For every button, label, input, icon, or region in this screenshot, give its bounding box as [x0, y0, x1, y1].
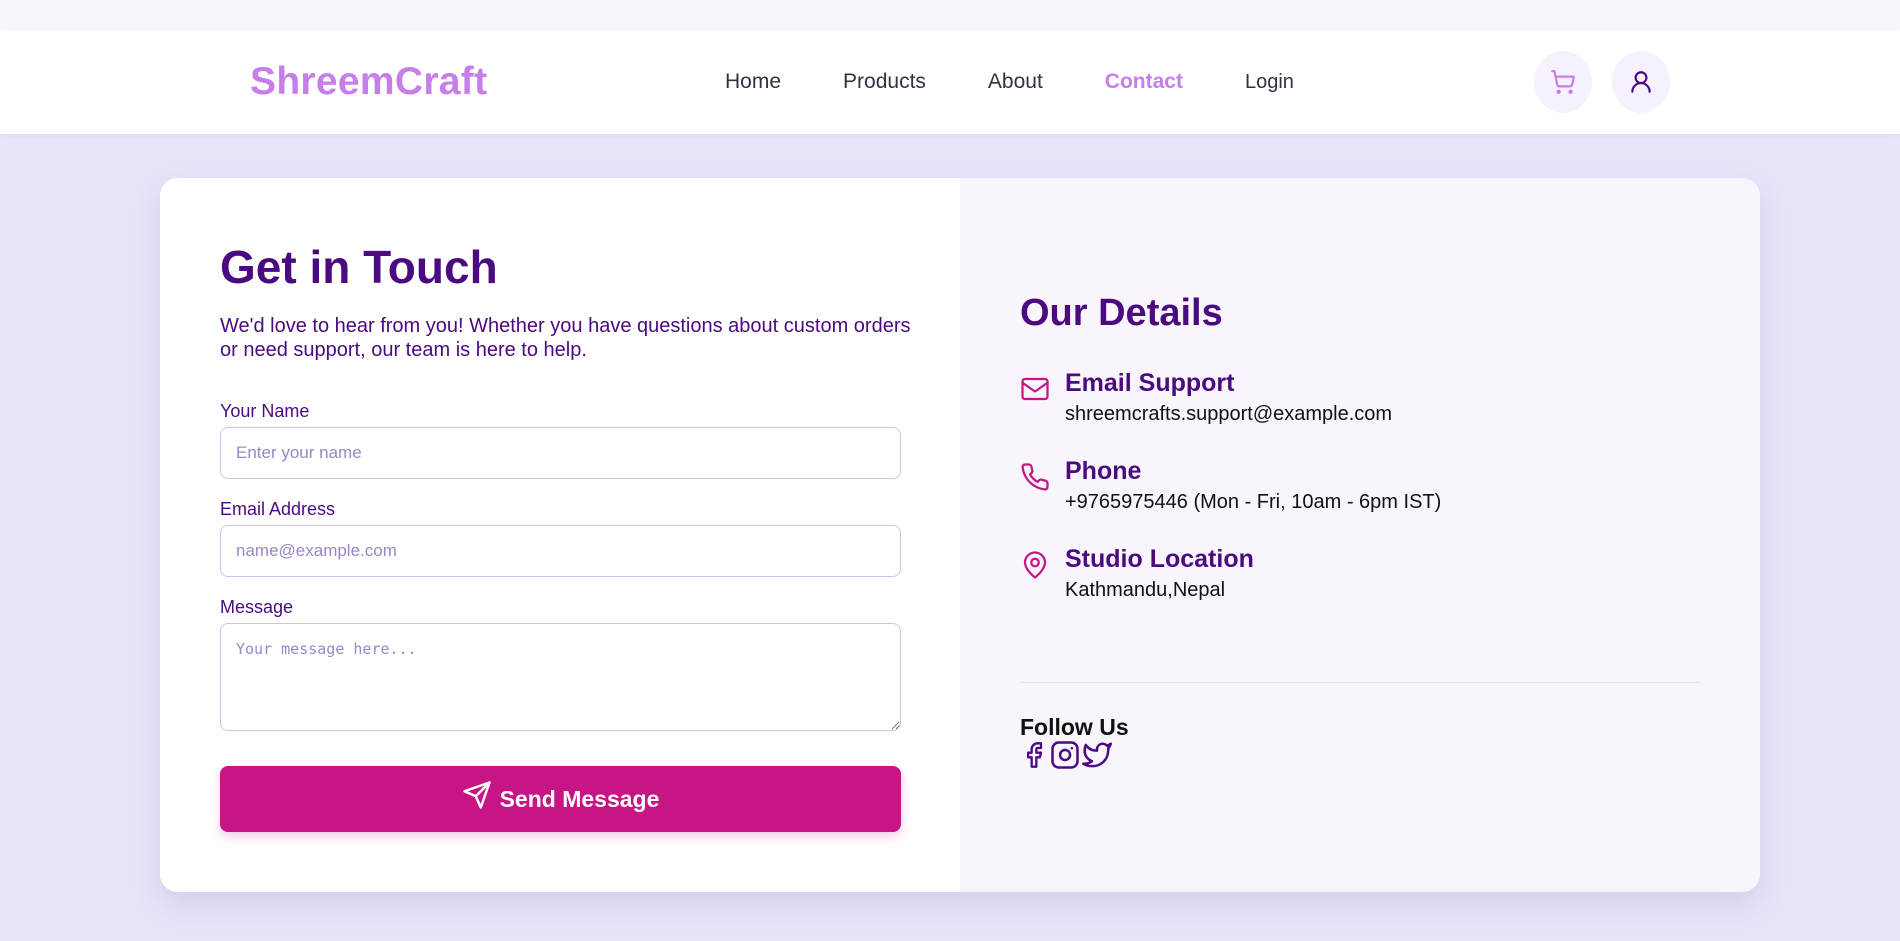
nav-link-contact[interactable]: Contact — [1105, 70, 1183, 94]
contact-form-panel: Get in Touch We'd love to hear from you!… — [160, 178, 960, 892]
send-icon — [462, 781, 491, 809]
send-message-button[interactable]: Send Message — [220, 766, 901, 832]
logo[interactable]: ShreemCraft — [250, 60, 487, 104]
follow-us-label: Follow Us — [1020, 714, 1129, 740]
user-icon — [1631, 71, 1651, 93]
nav-link-home[interactable]: Home — [725, 70, 781, 94]
email-label: Email Address — [220, 499, 336, 519]
name-label: Your Name — [220, 401, 310, 421]
facebook-icon — [1027, 742, 1043, 768]
name-input[interactable] — [220, 427, 901, 479]
social-links — [1020, 740, 1114, 770]
nav-links: Home Products About Contact Login — [725, 70, 1294, 94]
divider — [1020, 682, 1701, 683]
detail-location-value: Kathmandu,Nepal — [1065, 579, 1226, 601]
contact-card: Get in Touch We'd love to hear from you!… — [160, 178, 1760, 892]
instagram-icon — [1051, 741, 1079, 769]
top-strip — [0, 0, 1900, 30]
mail-icon — [1021, 377, 1049, 401]
detail-email-heading: Email Support — [1065, 369, 1235, 397]
send-message-label: Send Message — [499, 785, 660, 812]
map-pin-icon — [1023, 551, 1047, 579]
navbar: ShreemCraft Home Products About Contact … — [0, 30, 1900, 134]
twitter-link[interactable] — [1082, 740, 1112, 770]
nav-link-about[interactable]: About — [988, 70, 1043, 94]
facebook-link[interactable] — [1020, 740, 1048, 770]
email-input[interactable] — [220, 525, 901, 577]
details-title: Our Details — [1020, 292, 1223, 334]
cart-button[interactable] — [1534, 51, 1592, 113]
nav-link-login[interactable]: Login — [1245, 71, 1294, 94]
detail-phone-value[interactable]: +9765975446 (Mon - Fri, 10am - 6pm IST) — [1065, 487, 1441, 517]
twitter-icon — [1082, 742, 1112, 768]
cart-icon — [1551, 70, 1576, 94]
detail-phone-heading: Phone — [1065, 457, 1142, 485]
message-textarea[interactable] — [220, 623, 901, 731]
nav-link-products[interactable]: Products — [843, 70, 926, 94]
form-intro: We'd love to hear from you! Whether you … — [220, 315, 911, 361]
details-panel: Our Details Email Support shreemcrafts.s… — [960, 178, 1760, 892]
detail-location: Studio Location Kathmandu,Nepal — [1020, 544, 1254, 605]
form-title: Get in Touch — [220, 241, 498, 293]
detail-phone: Phone +9765975446 (Mon - Fri, 10am - 6pm… — [1020, 456, 1441, 517]
detail-email-value[interactable]: shreemcrafts.support@example.com — [1065, 399, 1392, 429]
detail-location-heading: Studio Location — [1065, 545, 1254, 573]
message-label: Message — [220, 597, 294, 617]
detail-email: Email Support shreemcrafts.support@examp… — [1020, 368, 1392, 429]
user-button[interactable] — [1612, 51, 1670, 113]
instagram-link[interactable] — [1050, 740, 1080, 770]
phone-icon — [1021, 463, 1049, 491]
